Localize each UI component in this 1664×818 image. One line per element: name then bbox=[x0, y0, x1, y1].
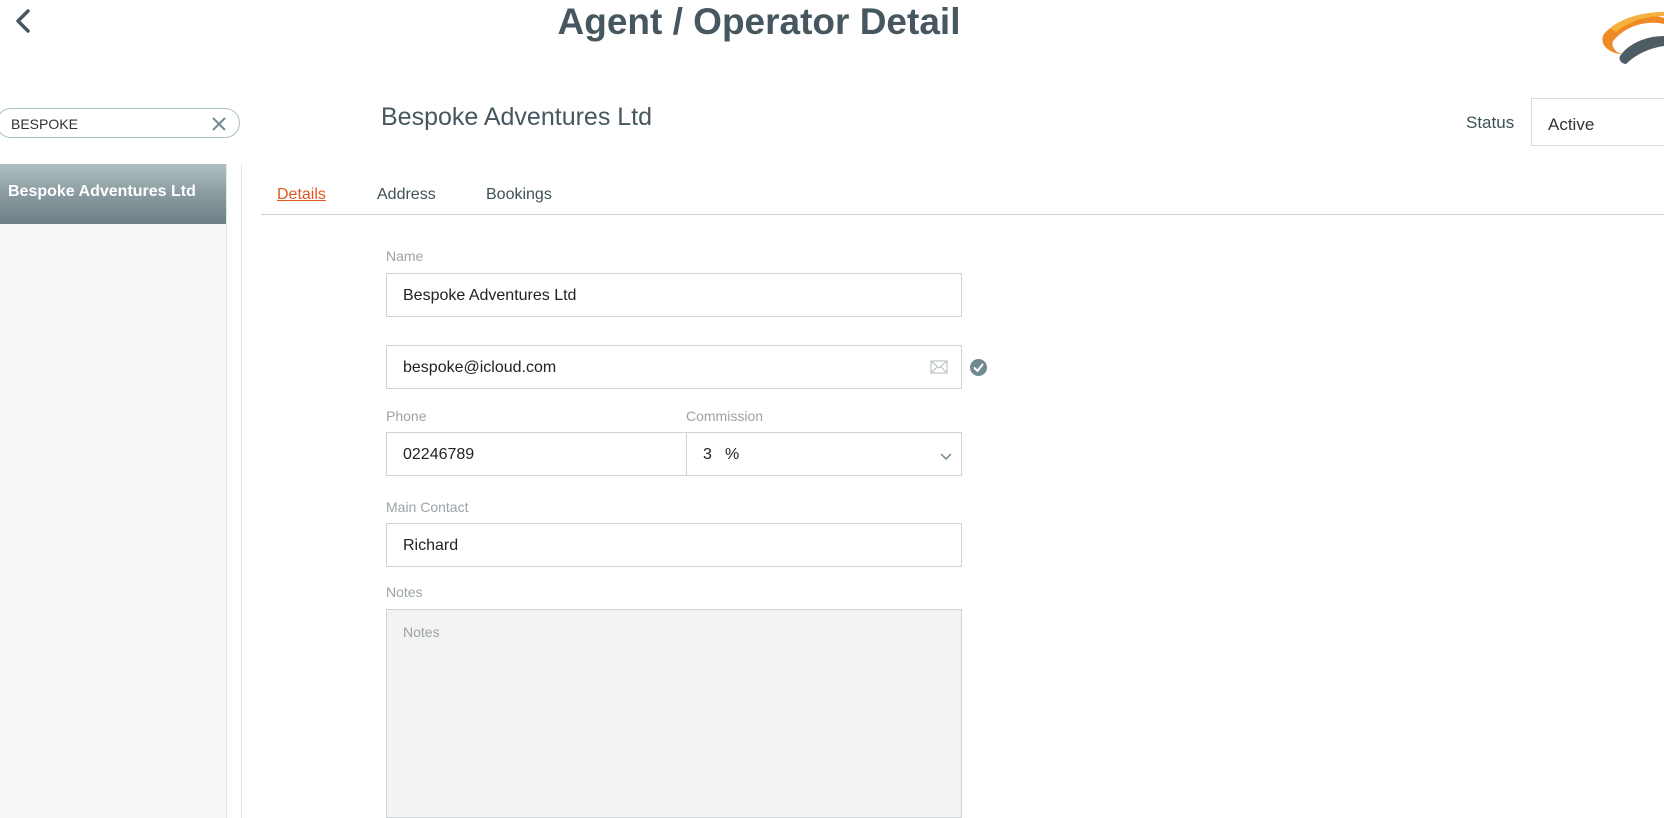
notes-box bbox=[386, 609, 962, 818]
notes-field[interactable] bbox=[403, 624, 943, 804]
main-contact-field[interactable] bbox=[403, 536, 891, 556]
envelope-icon[interactable] bbox=[930, 359, 948, 375]
agent-list: Bespoke Adventures Ltd bbox=[0, 164, 242, 818]
tab-details[interactable]: Details bbox=[277, 186, 326, 204]
app-logo bbox=[1600, 8, 1664, 64]
clear-search-button[interactable] bbox=[209, 114, 229, 134]
close-icon bbox=[212, 117, 226, 131]
list-item-label: Bespoke Adventures Ltd bbox=[8, 183, 196, 200]
tab-bookings[interactable]: Bookings bbox=[486, 186, 552, 204]
email-field-box bbox=[386, 345, 962, 389]
name-field-box bbox=[386, 273, 962, 317]
tab-bar: Details Address Bookings bbox=[261, 174, 1664, 215]
list-scrollbar[interactable] bbox=[226, 164, 241, 818]
status-select[interactable]: Active bbox=[1531, 98, 1664, 146]
check-circle-icon bbox=[970, 359, 987, 376]
phone-field-box bbox=[386, 432, 687, 476]
commission-unit: % bbox=[725, 446, 740, 463]
status-value: Active bbox=[1548, 115, 1595, 134]
phone-field[interactable] bbox=[403, 445, 658, 465]
tab-address[interactable]: Address bbox=[377, 186, 436, 204]
chevron-down-icon[interactable] bbox=[939, 449, 953, 461]
main-contact-label: Main Contact bbox=[386, 499, 469, 515]
commission-select[interactable]: 3 % bbox=[686, 432, 962, 476]
page-title: Agent / Operator Detail bbox=[557, 1, 961, 42]
notes-label: Notes bbox=[386, 584, 423, 600]
phone-label: Phone bbox=[386, 408, 427, 424]
search-box bbox=[0, 108, 240, 138]
search-input[interactable] bbox=[11, 115, 201, 133]
record-title: Bespoke Adventures Ltd bbox=[381, 103, 653, 131]
list-item[interactable]: Bespoke Adventures Ltd bbox=[0, 164, 226, 224]
main-contact-field-box bbox=[386, 523, 962, 567]
name-label: Name bbox=[386, 248, 424, 264]
name-field[interactable] bbox=[403, 286, 891, 306]
email-field[interactable] bbox=[403, 358, 891, 378]
commission-value: 3 bbox=[703, 446, 712, 463]
status-label: Status bbox=[1466, 113, 1515, 132]
commission-label: Commission bbox=[686, 408, 764, 424]
